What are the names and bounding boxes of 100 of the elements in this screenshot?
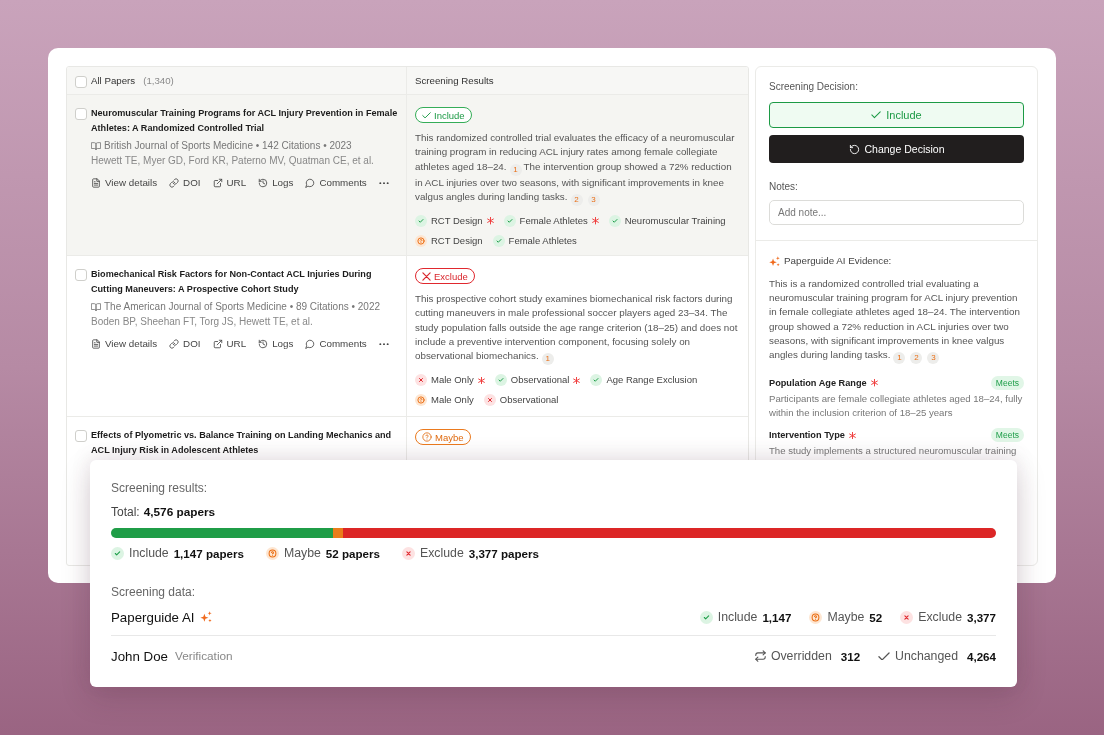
checkbox[interactable] bbox=[75, 75, 87, 88]
section-label: Screening Decision: bbox=[769, 81, 859, 93]
check-circle-icon bbox=[492, 234, 505, 247]
criterion-label: Female Athletes bbox=[519, 213, 588, 228]
cross-icon bbox=[422, 271, 431, 281]
checkbox[interactable] bbox=[75, 430, 87, 442]
stat-label: Maybe bbox=[827, 610, 865, 624]
criterion-label: RCT Design bbox=[431, 233, 483, 248]
more-button[interactable] bbox=[378, 181, 389, 185]
rotate-icon bbox=[848, 143, 860, 155]
question-circle-icon bbox=[809, 610, 823, 624]
paper-row[interactable] bbox=[67, 256, 748, 417]
notes-field[interactable]: Add note... bbox=[769, 200, 1024, 225]
checkbox[interactable] bbox=[75, 108, 87, 120]
details-button[interactable]: View details bbox=[91, 338, 158, 350]
total-label: Total: bbox=[111, 505, 140, 519]
document-icon bbox=[91, 339, 101, 349]
source-note: Verification bbox=[174, 649, 233, 663]
question-circle-icon bbox=[265, 546, 279, 560]
criterion-name: Population Age Range bbox=[769, 378, 867, 388]
check-circle-icon bbox=[503, 214, 516, 227]
paper-title[interactable]: Biomechanical Risk Factors for Non-Contact ACL Injuries During Cutting Maneuvers: A Prospective Cohort Study bbox=[91, 267, 403, 297]
stat-label: Overridden bbox=[770, 649, 832, 663]
stat-value: 312 bbox=[840, 649, 861, 663]
stat-label: Include bbox=[717, 610, 758, 624]
summary-text: This is a randomized controlled trial evaluating a neuromuscular training program for ACL injury prevention in female collegiate athletes aged 18–24. The intervention group showed a 72% reduction in ACL injuries over two seasons, with significant improvements in knee valgus angles during landing tasks. 1 2 3 bbox=[769, 277, 1024, 364]
criterion-label: RCT Design bbox=[431, 213, 483, 228]
paper-title[interactable]: Neuromuscular Training Programs for ACL Injury Prevention in Female Athletes: A Randomized Controlled Trial bbox=[91, 106, 403, 136]
stat-value: 52 bbox=[869, 610, 883, 624]
legend-label: Maybe bbox=[283, 546, 321, 560]
include-button[interactable]: Include bbox=[769, 102, 1024, 128]
external-link-icon bbox=[212, 339, 223, 349]
cross-circle-icon bbox=[483, 394, 496, 407]
sparkle-icon bbox=[199, 611, 212, 623]
legend-value: 3,377 papers bbox=[468, 546, 539, 560]
comments-button[interactable]: Comments bbox=[305, 177, 367, 189]
url-link[interactable]: URL bbox=[212, 177, 247, 189]
section-label: Screening data: bbox=[111, 585, 197, 599]
details-button[interactable]: View details bbox=[91, 177, 158, 189]
paper-title[interactable]: Effects of Plyometric vs. Balance Training on Landing Mechanics and ACL Injury Risk in Adolescent Athletes bbox=[91, 428, 403, 458]
comment-icon bbox=[305, 339, 316, 349]
stat-label: Unchanged bbox=[895, 649, 958, 663]
book-icon bbox=[91, 141, 101, 151]
criterion-label: Observational bbox=[499, 393, 559, 408]
more-button[interactable] bbox=[378, 342, 389, 346]
legend-value: 1,147 papers bbox=[173, 546, 244, 560]
author-list: Boden BP, Sheehan FT, Torg JS, Hewett TE, et al. bbox=[91, 314, 313, 330]
comment-icon bbox=[305, 178, 316, 188]
criterion-name: Intervention Type bbox=[769, 430, 845, 441]
stat-value: 3,377 bbox=[967, 610, 996, 624]
check-circle-icon bbox=[590, 374, 603, 387]
document-icon bbox=[91, 178, 101, 188]
question-circle-icon bbox=[415, 394, 427, 407]
decision-badge[interactable]: Exclude bbox=[415, 268, 475, 284]
comments-button[interactable]: Comments bbox=[305, 338, 367, 350]
source-name: John Doe bbox=[111, 648, 168, 664]
criterion-label: Observational bbox=[510, 373, 570, 388]
more-icon bbox=[378, 342, 389, 346]
summary-text: This prospective cohort study examines biomechanical risk factors during cutting maneuvers in male professional soccer players aged 23–34. The study population falls outside the age range criterion (18–25) and does not include a preventive intervention component, focusing solely on observational biomechanics. 1 bbox=[415, 292, 739, 366]
criterion-label: Neuromuscular Training bbox=[624, 213, 726, 228]
column-title: Screening Results bbox=[415, 75, 494, 86]
book-icon bbox=[91, 302, 101, 312]
check-icon bbox=[422, 111, 431, 119]
check-circle-icon bbox=[608, 214, 621, 227]
criterion-detail: The study implements a structured neuromuscular training bbox=[769, 444, 1018, 458]
summary-text: This randomized controlled trial evaluates the efficacy of a neuromuscular training program in reducing ACL injury rates among female collegiate athletes aged 18–24. 1 The intervention group showed a 72% reduction in ACL injuries over two seasons, with significant improvements in knee valgus angles during landing tasks. 2 3 bbox=[415, 131, 736, 206]
repeat-icon bbox=[754, 649, 766, 662]
criterion-label: Age Range Exclusion bbox=[606, 373, 698, 388]
more-icon bbox=[378, 181, 389, 185]
criterion-detail: Participants are female collegiate athletes aged 18–24, fully within the inclusion criterion of 18–25 years bbox=[769, 392, 1024, 420]
author-list: Hewett TE, Myer GD, Ford KR, Paterno MV, Quatman CE, et al. bbox=[91, 153, 374, 169]
evidence-title: Paperguide AI Evidence: bbox=[784, 255, 892, 267]
link-icon bbox=[169, 178, 180, 188]
criterion-label: Male Only bbox=[431, 393, 474, 408]
logs-button[interactable]: Logs bbox=[258, 338, 294, 350]
source-name: Paperguide AI bbox=[111, 609, 195, 625]
check-circle-icon bbox=[699, 610, 713, 624]
check-circle-icon bbox=[415, 214, 427, 227]
stat-value: 1,147 bbox=[762, 610, 792, 624]
column-title: All Papers bbox=[91, 75, 136, 86]
decision-badge[interactable]: Include bbox=[415, 107, 472, 123]
url-link[interactable]: URL bbox=[212, 338, 247, 350]
question-circle-icon bbox=[415, 234, 427, 247]
stat-value: 4,264 bbox=[967, 649, 996, 663]
change-decision-button[interactable]: Change Decision bbox=[769, 135, 1024, 163]
paper-meta: British Journal of Sports Medicine • 142 Citations • 2023 bbox=[104, 139, 352, 153]
question-circle-icon bbox=[422, 432, 432, 442]
doi-link[interactable]: DOI bbox=[169, 177, 201, 189]
total-value: 4,576 papers bbox=[143, 505, 216, 519]
cross-circle-icon bbox=[900, 610, 914, 624]
paper-count: (1,340) bbox=[143, 75, 174, 86]
legend-label: Include bbox=[129, 546, 169, 560]
doi-link[interactable]: DOI bbox=[169, 338, 201, 350]
logs-button[interactable]: Logs bbox=[258, 177, 294, 189]
paper-row[interactable] bbox=[67, 95, 748, 256]
checkbox[interactable] bbox=[75, 269, 87, 281]
legend-label: Exclude bbox=[420, 546, 464, 560]
check-icon bbox=[871, 111, 882, 119]
history-icon bbox=[258, 178, 269, 188]
verdict-badge: Meets bbox=[990, 428, 1024, 443]
